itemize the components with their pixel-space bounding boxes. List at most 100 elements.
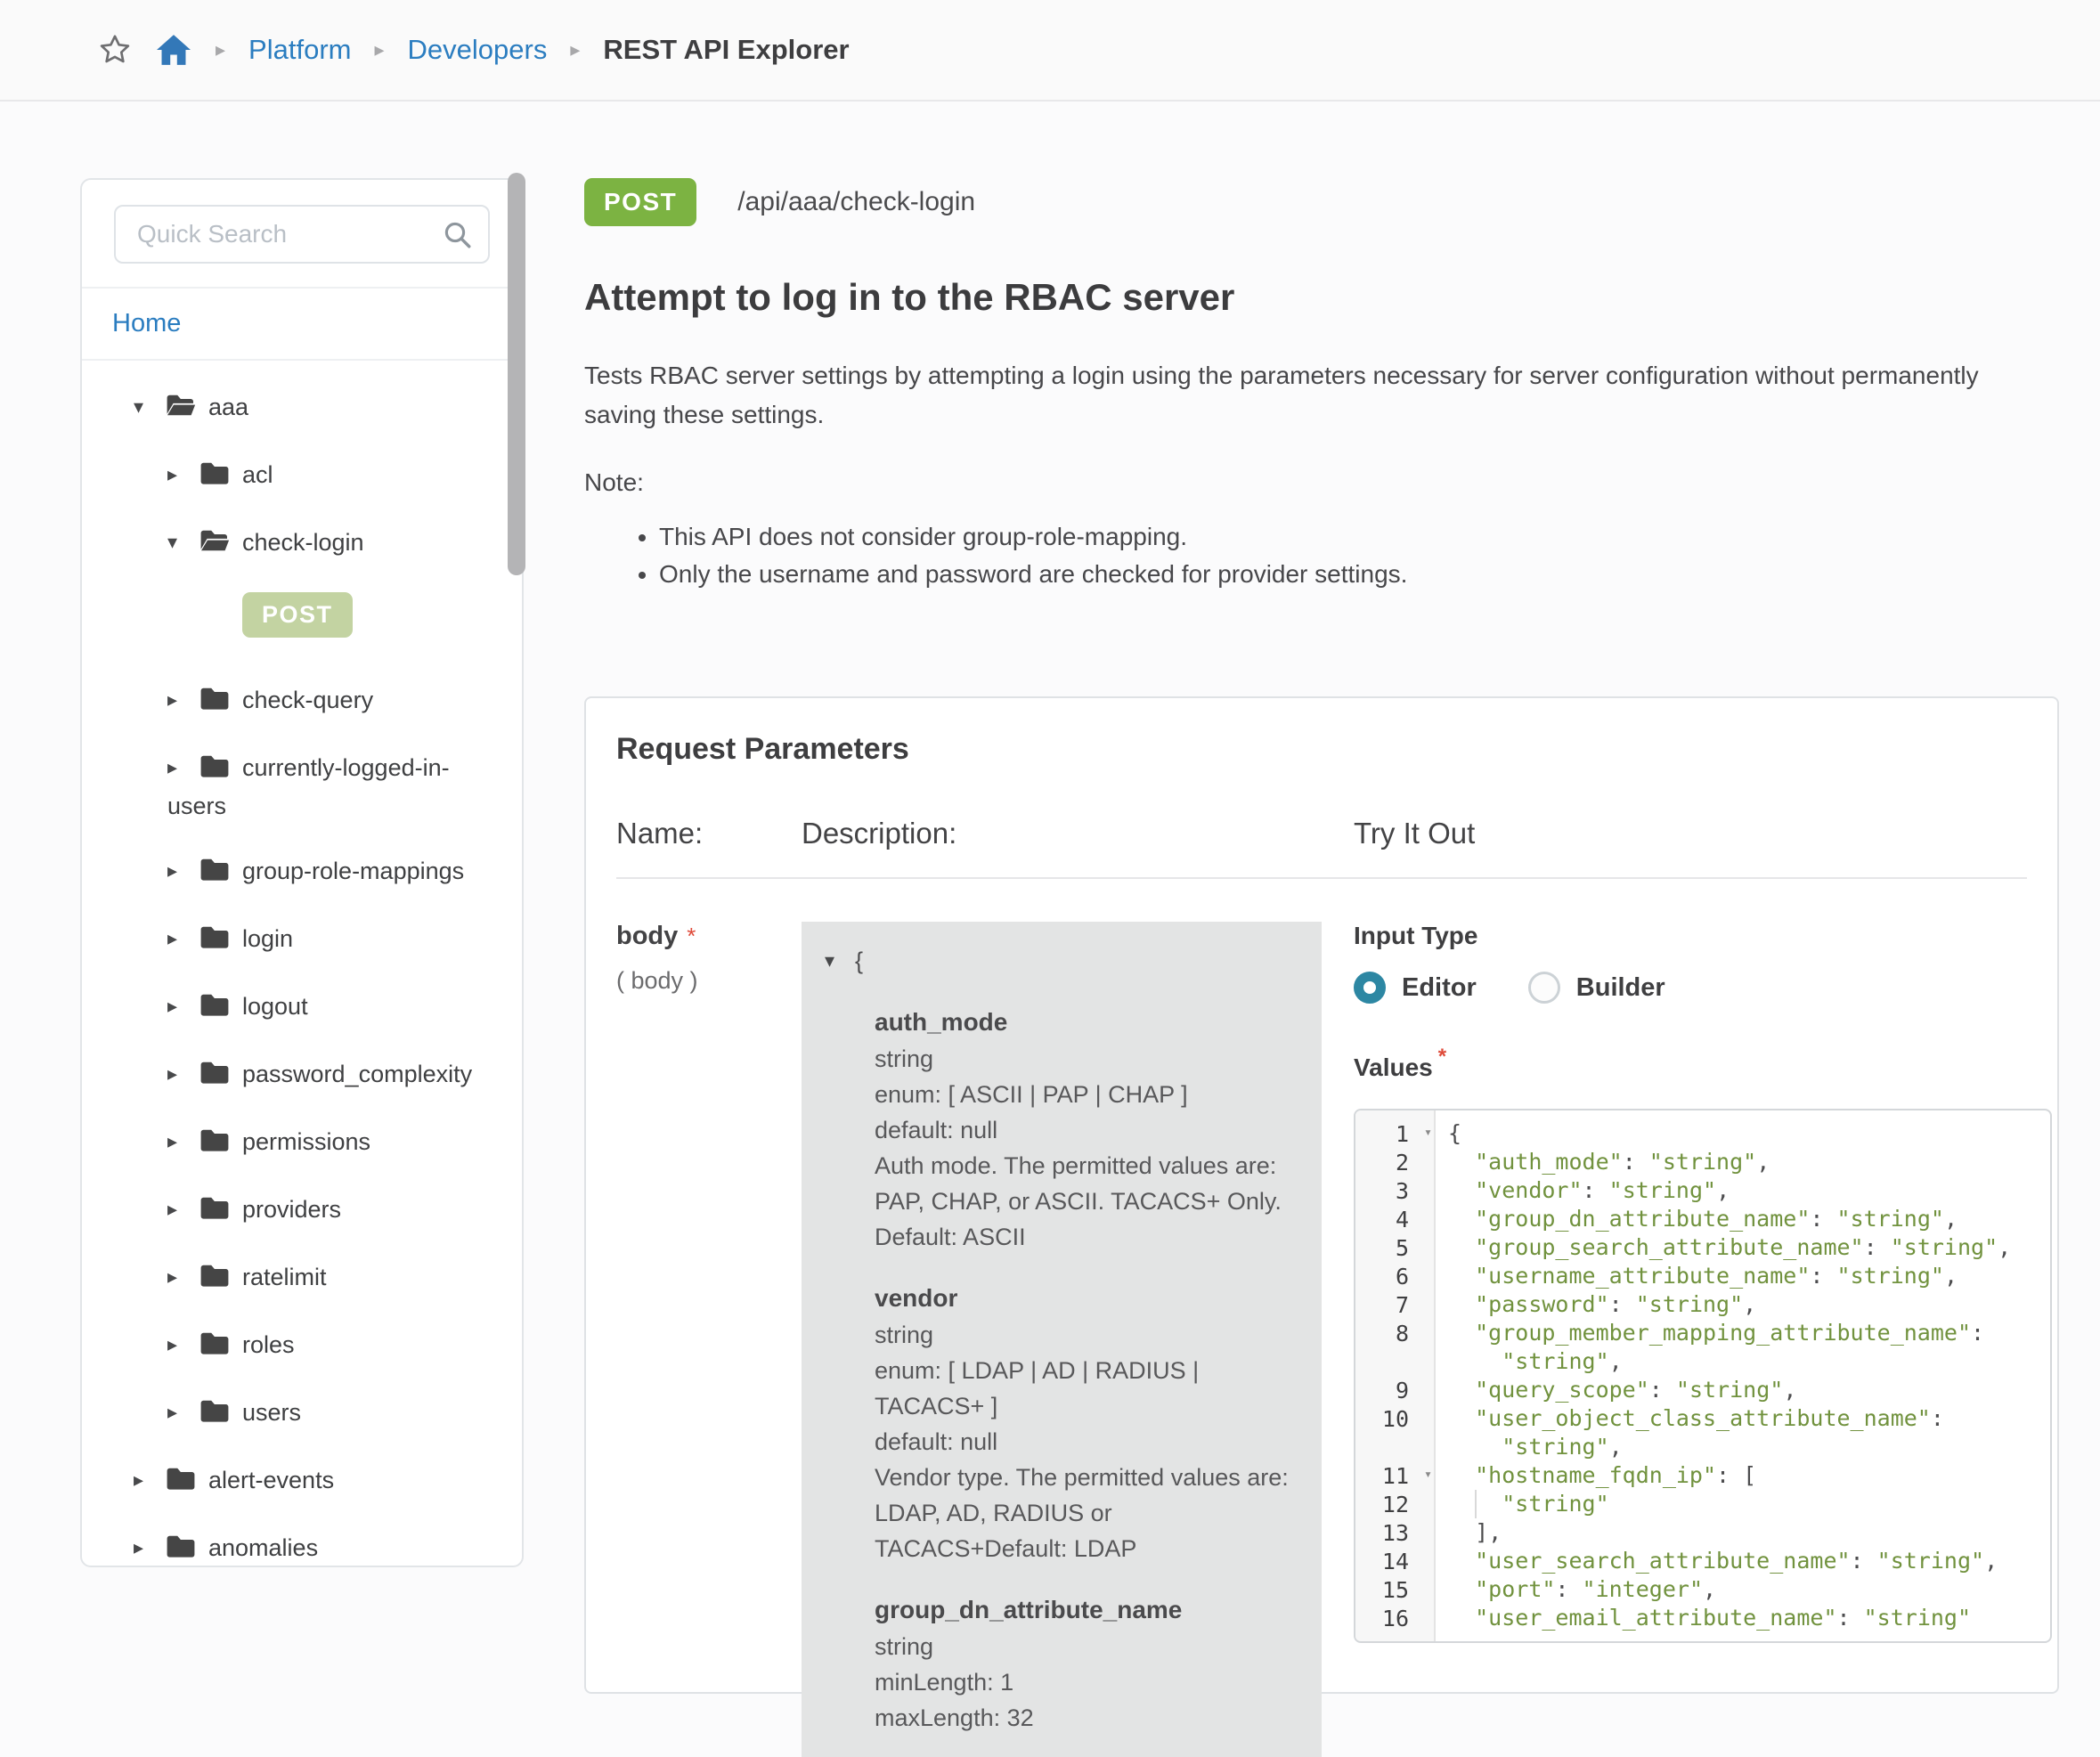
fold-caret-icon[interactable]: ▾ — [1424, 1124, 1432, 1140]
folder-icon — [199, 1059, 242, 1094]
favorite-star-icon[interactable] — [98, 33, 132, 67]
code-line[interactable]: 2 "auth_mode": "string", — [1355, 1148, 2050, 1176]
code-line[interactable]: 10 "user_object_class_attribute_name": — [1355, 1404, 2050, 1433]
sidebar-item-check-login[interactable]: ▾ check-login — [82, 525, 508, 563]
radio-builder[interactable]: Builder — [1528, 972, 1665, 1004]
sidebar-item-logout[interactable]: ▸ logout — [82, 988, 508, 1027]
schema-field-detail: Auth mode. The permitted values are: PAP… — [875, 1148, 1298, 1255]
endpoint-detail: POST /api/aaa/check-login Attempt to log… — [584, 178, 2059, 1694]
search-input[interactable] — [114, 205, 490, 264]
folder-icon — [199, 991, 242, 1027]
radio-editor[interactable]: Editor — [1354, 972, 1477, 1004]
line-number: 14 — [1355, 1549, 1434, 1574]
line-number: 16 — [1355, 1606, 1434, 1631]
caret-right-icon[interactable]: ▸ — [167, 1259, 199, 1295]
line-number: 7 — [1355, 1292, 1434, 1318]
schema-field-vendor: vendorstringenum: [ LDAP | AD | RADIUS |… — [875, 1280, 1298, 1566]
caret-right-icon[interactable]: ▸ — [167, 1056, 199, 1092]
code-line[interactable]: 7 "password": "string", — [1355, 1290, 2050, 1319]
line-number: 1▾ — [1355, 1121, 1434, 1147]
caret-right-icon[interactable]: ▸ — [167, 750, 199, 785]
code-line[interactable]: 11▾ "hostname_fqdn_ip": [ — [1355, 1461, 2050, 1490]
line-number: 10 — [1355, 1406, 1434, 1432]
sidebar-item-ratelimit[interactable]: ▸ ratelimit — [82, 1259, 508, 1297]
code-line[interactable]: "string", — [1355, 1433, 2050, 1461]
home-icon[interactable] — [155, 33, 192, 67]
sidebar-item-label: group-role-mappings — [242, 858, 464, 884]
caret-right-icon[interactable]: ▸ — [167, 1124, 199, 1159]
sidebar-item-password_complexity[interactable]: ▸ password_complexity — [82, 1056, 508, 1094]
fold-caret-icon[interactable]: ▾ — [1424, 1466, 1432, 1482]
code-line[interactable]: 8 "group_member_mapping_attribute_name": — [1355, 1319, 2050, 1347]
line-number: 15 — [1355, 1577, 1434, 1603]
sidebar-method-badge-post[interactable]: POST — [242, 592, 353, 638]
breadcrumb-current-page: REST API Explorer — [603, 34, 849, 66]
sidebar-item-group-role-mappings[interactable]: ▸ group-role-mappings — [82, 853, 508, 891]
folder-icon — [199, 1397, 242, 1433]
code-line[interactable]: 12 "string" — [1355, 1490, 2050, 1518]
quick-search — [82, 180, 522, 287]
sidebar-item-providers[interactable]: ▸ providers — [82, 1192, 508, 1230]
sidebar-item-label: anomalies — [208, 1534, 318, 1561]
code-line[interactable]: 6 "username_attribute_name": "string", — [1355, 1262, 2050, 1290]
code-line[interactable]: 15 "port": "integer", — [1355, 1575, 2050, 1604]
caret-right-icon[interactable]: ▸ — [167, 682, 199, 718]
caret-down-icon[interactable]: ▾ — [825, 943, 855, 979]
sidebar-home-link[interactable]: Home — [112, 309, 181, 338]
sidebar-item-users[interactable]: ▸ users — [82, 1395, 508, 1433]
code-text: "user_email_attribute_name": "string" — [1434, 1604, 1971, 1632]
caret-down-icon[interactable]: ▾ — [167, 525, 199, 560]
code-line[interactable]: "string", — [1355, 1347, 2050, 1376]
code-line[interactable]: 14 "user_search_attribute_name": "string… — [1355, 1547, 2050, 1575]
caret-right-icon[interactable]: ▸ — [167, 457, 199, 492]
sidebar-item-label: permissions — [242, 1128, 370, 1155]
sidebar-item-label: providers — [242, 1196, 341, 1223]
code-line[interactable]: 9 "query_scope": "string", — [1355, 1376, 2050, 1404]
schema-fields: auth_modestringenum: [ ASCII | PAP | CHA… — [825, 1004, 1298, 1736]
code-text: "group_dn_attribute_name": "string", — [1434, 1205, 1958, 1233]
caret-right-icon[interactable]: ▸ — [134, 1530, 166, 1566]
json-values-editor[interactable]: 1▾{2 "auth_mode": "string",3 "vendor": "… — [1354, 1109, 2052, 1643]
caret-right-icon[interactable]: ▸ — [134, 1462, 166, 1498]
schema-field-detail: Vendor type. The permitted values are: L… — [875, 1460, 1298, 1566]
caret-right-icon[interactable]: ▸ — [167, 1395, 199, 1430]
code-line[interactable]: 1▾{ — [1355, 1119, 2050, 1148]
sidebar-item-login[interactable]: ▸ login — [82, 921, 508, 959]
schema-field-detail: default: null — [875, 1112, 1298, 1148]
schema-field-auth_mode: auth_modestringenum: [ ASCII | PAP | CHA… — [875, 1004, 1298, 1255]
sidebar-item-label: users — [242, 1399, 301, 1426]
search-icon[interactable] — [442, 219, 474, 256]
schema-field-detail: minLength: 1 — [875, 1664, 1298, 1700]
code-text: "password": "string", — [1434, 1290, 1756, 1319]
breadcrumb-developers[interactable]: Developers — [408, 34, 548, 66]
panel-title: Request Parameters — [616, 732, 2027, 767]
code-line[interactable]: 5 "group_search_attribute_name": "string… — [1355, 1233, 2050, 1262]
sidebar-item-anomalies[interactable]: ▸ anomalies — [82, 1530, 508, 1568]
code-line[interactable]: 16 "user_email_attribute_name": "string" — [1355, 1604, 2050, 1632]
required-asterisk: * — [687, 923, 696, 949]
sidebar-item-label: login — [242, 925, 293, 952]
caret-right-icon[interactable]: ▸ — [167, 921, 199, 956]
line-number: 11▾ — [1355, 1463, 1434, 1489]
sidebar-item-alert-events[interactable]: ▸ alert-events — [82, 1462, 508, 1501]
sidebar-item-check-query[interactable]: ▸ check-query — [82, 682, 508, 720]
caret-right-icon[interactable]: ▸ — [167, 1327, 199, 1362]
sidebar-item-currently-logged-in-users[interactable]: ▸ currently-logged-in-users — [82, 750, 508, 824]
caret-right-icon[interactable]: ▸ — [167, 988, 199, 1024]
code-line[interactable]: 13 ], — [1355, 1518, 2050, 1547]
radio-selected-icon[interactable] — [1354, 972, 1386, 1004]
code-text: "string" — [1434, 1490, 1609, 1518]
note-item: Only the username and password are check… — [659, 556, 2059, 593]
sidebar-item-permissions[interactable]: ▸ permissions — [82, 1124, 508, 1162]
code-line[interactable]: 4 "group_dn_attribute_name": "string", — [1355, 1205, 2050, 1233]
sidebar-item-acl[interactable]: ▸ acl — [82, 457, 508, 495]
caret-right-icon[interactable]: ▸ — [167, 853, 199, 889]
breadcrumb-platform[interactable]: Platform — [248, 34, 351, 66]
schema-field-detail: enum: [ ASCII | PAP | CHAP ] — [875, 1077, 1298, 1112]
caret-right-icon[interactable]: ▸ — [167, 1192, 199, 1227]
sidebar-item-aaa[interactable]: ▾ aaa — [82, 389, 508, 427]
caret-down-icon[interactable]: ▾ — [134, 389, 166, 425]
sidebar-item-roles[interactable]: ▸ roles — [82, 1327, 508, 1365]
radio-unselected-icon[interactable] — [1528, 972, 1560, 1004]
code-line[interactable]: 3 "vendor": "string", — [1355, 1176, 2050, 1205]
